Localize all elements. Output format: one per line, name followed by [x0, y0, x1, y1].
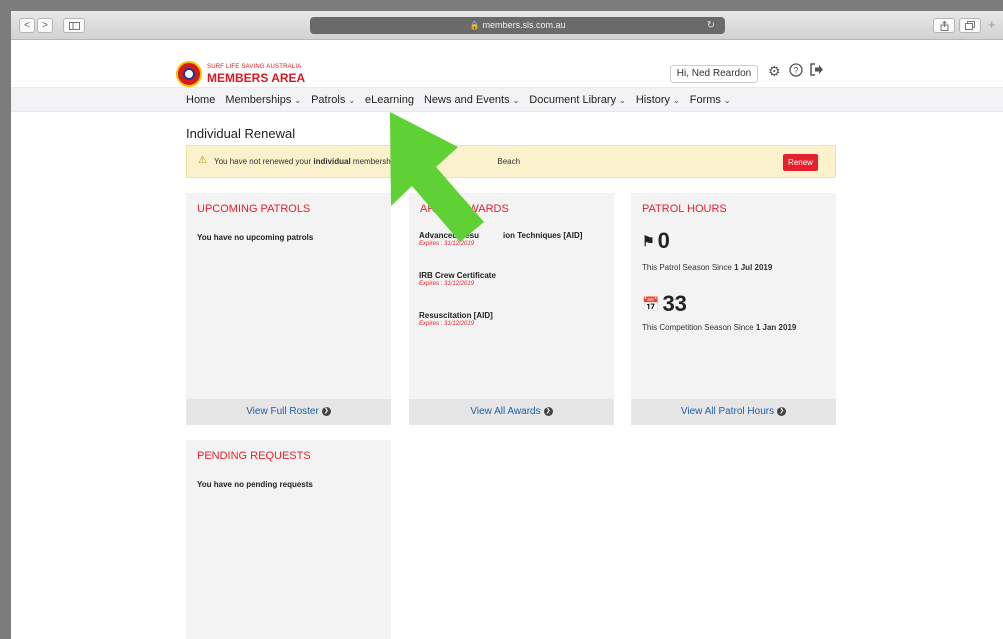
- nav-news-and-events[interactable]: News and Events ⌄: [424, 88, 519, 113]
- chevron-down-icon: ⌄: [673, 96, 680, 105]
- view-all-patrol-hours-link[interactable]: View All Patrol Hours ❯: [631, 399, 836, 425]
- chevron-left-icon: <: [24, 20, 30, 31]
- main-nav: Home Memberships ⌄ Patrols ⌄ eLearning New…: [11, 87, 1003, 112]
- arrow-right-icon: ❯: [321, 406, 331, 416]
- nav-forms[interactable]: Forms ⌄: [690, 88, 731, 113]
- renewal-title: Individual Renewal: [186, 126, 296, 141]
- view-all-awards-link[interactable]: View All Awards ❯: [409, 399, 614, 425]
- pending-requests-card: PENDING REQUESTS You have no pending req…: [186, 440, 391, 639]
- help-icon[interactable]: ?: [789, 63, 803, 80]
- nav-patrols[interactable]: Patrols ⌄: [311, 88, 355, 113]
- arrow-right-icon: ❯: [543, 406, 553, 416]
- tabs-button[interactable]: [959, 18, 981, 33]
- award-item: IRB Crew Certificate Expires : 31/12/201…: [419, 271, 496, 287]
- arrow-right-icon: ❯: [777, 406, 787, 416]
- lock-icon: 🔒: [469, 21, 480, 30]
- back-button[interactable]: <: [19, 18, 35, 33]
- logo-subtitle: SURF LIFE SAVING AUSTRALIA: [207, 64, 302, 70]
- new-tab-button[interactable]: +: [988, 17, 996, 32]
- competition-season-label: This Competition Season Since 1 Jan 2019: [642, 323, 797, 332]
- competition-hours-value: 📅 33: [642, 291, 687, 316]
- browser-window: < > 🔒 members.sls.com.au ↻ + SURF LIFE SA…: [11, 11, 1003, 639]
- nav-history[interactable]: History ⌄: [636, 88, 680, 113]
- plus-icon: +: [988, 17, 996, 32]
- warning-icon: ⚠: [198, 155, 207, 166]
- nav-document-library[interactable]: Document Library ⌄: [529, 88, 626, 113]
- awards-card: ARIN WARDS Advanced Resu ion Techniques [A…: [409, 193, 614, 425]
- chevron-down-icon: ⌄: [619, 96, 626, 105]
- address-bar[interactable]: 🔒 members.sls.com.au ↻: [310, 17, 725, 34]
- gear-icon[interactable]: ⚙: [768, 63, 781, 80]
- chevron-down-icon: ⌄: [723, 96, 731, 105]
- empty-message: You have no pending requests: [197, 480, 313, 489]
- nav-elearning[interactable]: eLearning: [365, 88, 414, 113]
- site-header: SURF LIFE SAVING AUSTRALIA MEMBERS AREA …: [11, 40, 1003, 87]
- forward-button[interactable]: >: [37, 18, 53, 33]
- sls-emblem-icon: [176, 61, 202, 87]
- url-text: members.sls.com.au: [482, 20, 566, 30]
- chevron-right-icon: >: [42, 20, 48, 31]
- patrol-hours-card: PATROL HOURS ⚑ 0 This Patrol Season Since…: [631, 193, 836, 425]
- chevron-down-icon: ⌄: [348, 96, 356, 105]
- card-title: PATROL HOURS: [642, 203, 727, 215]
- renew-button[interactable]: Renew: [783, 154, 818, 171]
- award-item: Advanced Resu ion Techniques [AID] Expire…: [419, 231, 583, 247]
- sls-logo[interactable]: SURF LIFE SAVING AUSTRALIA MEMBERS AREA: [176, 61, 316, 89]
- share-button[interactable]: [933, 18, 955, 33]
- renewal-alert: ⚠ You have not renewed your individual m…: [186, 145, 836, 178]
- share-icon: [940, 20, 948, 31]
- logout-icon[interactable]: [810, 63, 824, 79]
- renewal-message: You have not renewed your individual mem…: [214, 157, 521, 166]
- nav-home[interactable]: Home: [186, 88, 215, 113]
- view-full-roster-link[interactable]: View Full Roster ❯: [186, 399, 391, 425]
- nav-memberships[interactable]: Memberships ⌄: [225, 88, 301, 113]
- calendar-icon: 📅: [642, 296, 660, 312]
- flag-icon: ⚑: [642, 233, 655, 249]
- chevron-down-icon: ⌄: [294, 96, 302, 105]
- tabs-icon: [965, 21, 975, 30]
- svg-text:?: ?: [793, 66, 798, 76]
- upcoming-patrols-card: UPCOMING PATROLS You have no upcoming pa…: [186, 193, 391, 425]
- patrol-season-label: This Patrol Season Since 1 Jul 2019: [642, 263, 773, 272]
- card-title: PENDING REQUESTS: [197, 450, 311, 462]
- patrol-hours-value: ⚑ 0: [642, 228, 670, 253]
- logo-title: MEMBERS AREA: [207, 71, 306, 85]
- empty-message: You have no upcoming patrols: [197, 233, 314, 242]
- sidebar-icon: [68, 22, 80, 30]
- sidebar-toggle-button[interactable]: [63, 18, 85, 33]
- browser-toolbar: < > 🔒 members.sls.com.au ↻ +: [11, 11, 1003, 40]
- user-greeting-button[interactable]: Hi, Ned Reardon: [670, 65, 758, 83]
- chevron-down-icon: ⌄: [512, 96, 520, 105]
- award-item: Resuscitation [AID] Expires : 31/12/2019: [419, 311, 493, 327]
- card-title: UPCOMING PATROLS: [197, 203, 311, 215]
- reload-icon[interactable]: ↻: [707, 17, 715, 34]
- card-title: ARIN WARDS: [420, 203, 509, 215]
